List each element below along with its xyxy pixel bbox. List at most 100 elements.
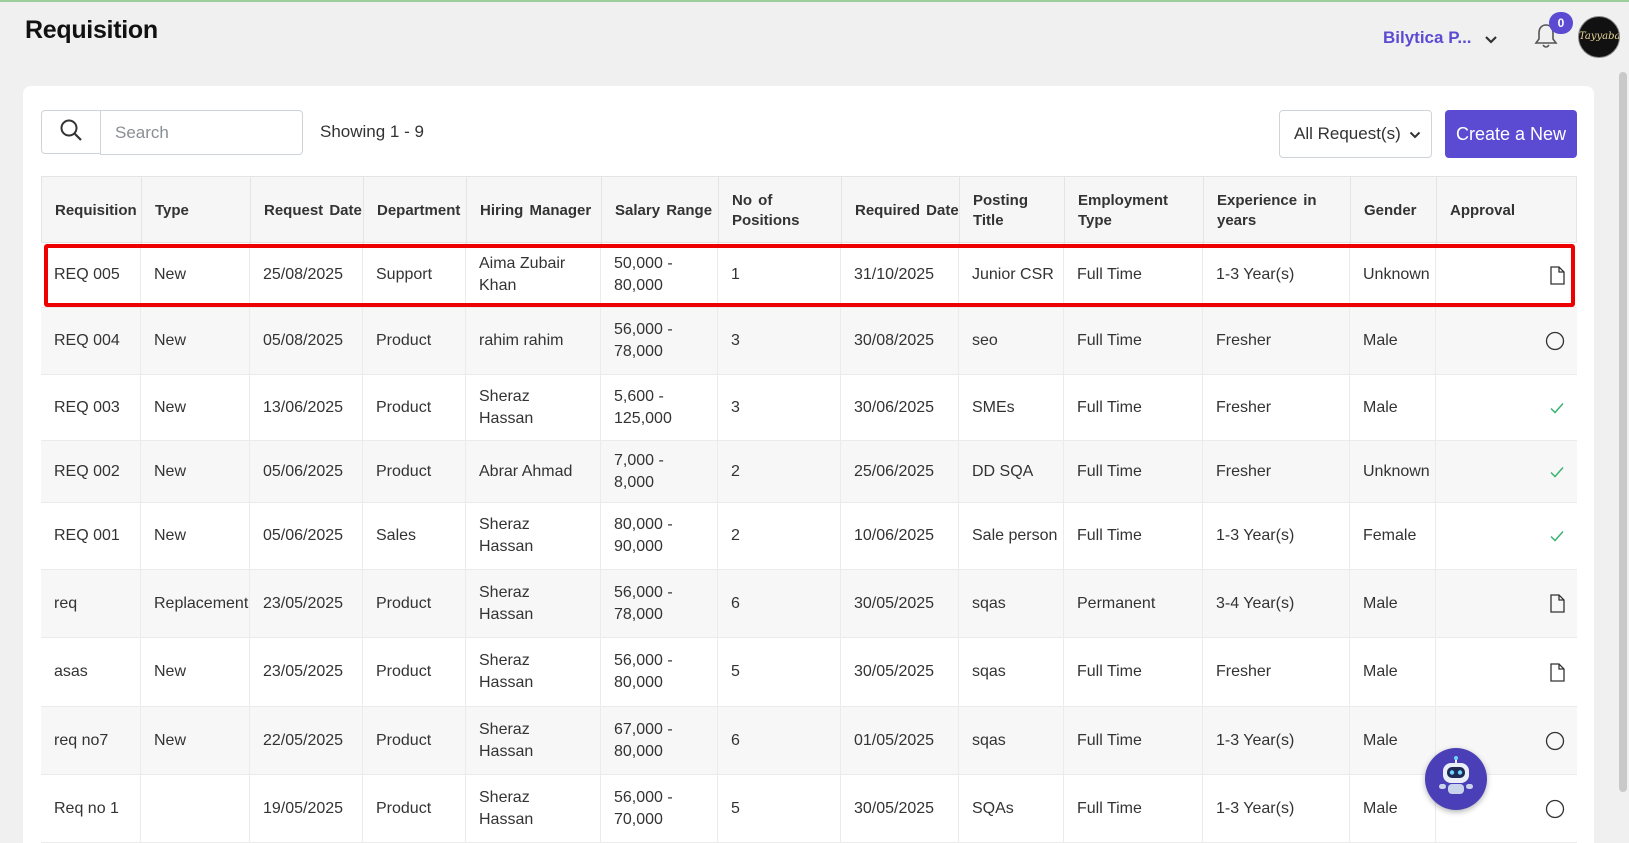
- department-cell: Product: [376, 462, 432, 480]
- hiring-manager-cell: Sheraz Hassan: [479, 720, 534, 760]
- avatar[interactable]: Tayyaba: [1578, 16, 1620, 58]
- circle-icon[interactable]: [1545, 731, 1565, 751]
- posting-title-cell: seo: [972, 332, 998, 349]
- requisition-cell: REQ 004: [54, 332, 120, 349]
- department-cell: Product: [376, 799, 432, 817]
- scrollbar-thumb[interactable]: [1619, 72, 1627, 792]
- request-date-cell: 05/06/2025: [263, 527, 344, 544]
- search-input[interactable]: [100, 110, 303, 155]
- employment-type-cell: Full Time: [1077, 731, 1142, 749]
- col-employment-type-cell: Full Time: [1064, 707, 1203, 774]
- col-required-date-header[interactable]: Required Date: [842, 177, 960, 244]
- table-row[interactable]: req no7 New 22/05/2025 Product Sheraz Hassan…: [41, 707, 1577, 775]
- col-hiring-manager-cell: Sheraz Hassan: [466, 775, 601, 842]
- table-row[interactable]: req Replacement 23/05/2025 Product Sheraz Ha…: [41, 570, 1577, 638]
- col-employment-type-header[interactable]: Employment Type: [1065, 177, 1204, 244]
- approval-cell: [1436, 375, 1577, 440]
- posting-title-cell: sqas: [972, 731, 1006, 749]
- request-filter-select[interactable]: All Request(s): [1279, 110, 1432, 158]
- company-switcher[interactable]: Bilytica P...: [1383, 26, 1498, 50]
- col-salary-range-header[interactable]: Salary Range: [602, 177, 719, 244]
- col-department-header[interactable]: Department: [364, 177, 467, 244]
- request-date-cell: 22/05/2025: [263, 731, 344, 749]
- page-scrollbar[interactable]: [1617, 70, 1629, 843]
- col-salary-range-cell: 56,000 - 70,000: [601, 775, 718, 842]
- gender-cell: Male: [1363, 594, 1398, 612]
- table-row[interactable]: REQ 001 New 05/06/2025 Sales Sheraz Hassan 80…: [41, 503, 1577, 570]
- table-row[interactable]: REQ 005 New 25/08/2025 Support Aima Zubair K…: [41, 243, 1577, 308]
- experience-cell: Fresher: [1216, 398, 1272, 416]
- required-date-cell: 01/05/2025: [854, 731, 935, 749]
- col-department-cell: Product: [363, 707, 466, 774]
- col-approval-header[interactable]: Approval: [1437, 177, 1578, 244]
- employment-type-cell: Full Time: [1077, 527, 1142, 544]
- showing-count: Showing 1 - 9: [320, 122, 424, 141]
- col-employment-type-cell: Full Time: [1064, 638, 1203, 706]
- col-experience-header[interactable]: Experience in years: [1204, 177, 1351, 244]
- employment-type-cell: Full Time: [1077, 398, 1142, 416]
- requisition-cell: req: [54, 594, 78, 612]
- col-hiring-manager-header[interactable]: Hiring Manager: [467, 177, 602, 244]
- document-icon[interactable]: [1549, 265, 1565, 285]
- col-request-date-cell: 13/06/2025: [250, 375, 363, 440]
- check-icon[interactable]: [1549, 465, 1565, 479]
- col-type-cell: New: [141, 243, 250, 307]
- employment-type-cell: Full Time: [1077, 799, 1142, 817]
- col-positions-cell: 5: [718, 638, 841, 706]
- type-cell: New: [154, 462, 187, 480]
- col-department-cell: Product: [363, 775, 466, 842]
- chevron-down-icon: [1409, 124, 1421, 144]
- table-row[interactable]: REQ 004 New 05/08/2025 Product rahim rahim 56…: [41, 308, 1577, 375]
- experience-cell: 1-3 Year(s): [1216, 266, 1295, 283]
- col-requisition-header[interactable]: Requisition: [42, 177, 142, 244]
- table-row[interactable]: asas New 23/05/2025 Product Sheraz Hassan 56,…: [41, 638, 1577, 707]
- col-request-date-header[interactable]: Request Date: [251, 177, 364, 244]
- col-request-date-cell: 22/05/2025: [250, 707, 363, 774]
- experience-cell: 3-4 Year(s): [1216, 594, 1295, 612]
- type-cell: New: [154, 266, 187, 283]
- col-positions-header[interactable]: No of Positions: [719, 177, 842, 244]
- col-type-cell: [141, 775, 250, 842]
- col-type-cell: New: [141, 308, 250, 374]
- create-new-button[interactable]: Create a New: [1445, 110, 1577, 158]
- circle-icon[interactable]: [1545, 799, 1565, 819]
- required-date-cell: 25/06/2025: [854, 462, 935, 480]
- circle-icon[interactable]: [1545, 331, 1565, 351]
- col-salary-range-cell: 56,000 - 78,000: [601, 308, 718, 374]
- salary-range-cell: 80,000 - 90,000: [614, 516, 673, 555]
- request-date-cell: 05/08/2025: [263, 332, 344, 349]
- posting-title-cell: Junior CSR: [972, 266, 1054, 283]
- col-employment-type-cell: Full Time: [1064, 503, 1203, 569]
- col-salary-range-cell: 67,000 - 80,000: [601, 707, 718, 774]
- col-request-date-cell: 25/08/2025: [250, 243, 363, 307]
- employment-type-cell: Permanent: [1077, 594, 1156, 612]
- col-positions-cell: 1: [718, 243, 841, 307]
- request-date-cell: 19/05/2025: [263, 799, 344, 817]
- col-salary-range-cell: 5,600 - 125,000: [601, 375, 718, 440]
- check-icon[interactable]: [1549, 529, 1565, 543]
- col-type-cell: New: [141, 441, 250, 502]
- col-hiring-manager-cell: rahim rahim: [466, 308, 601, 374]
- col-department-cell: Product: [363, 375, 466, 440]
- col-gender-header[interactable]: Gender: [1351, 177, 1437, 244]
- type-cell: New: [154, 527, 187, 544]
- col-request-date-cell: 05/08/2025: [250, 308, 363, 374]
- experience-cell: Fresher: [1216, 663, 1272, 680]
- col-requisition-cell: REQ 005: [41, 243, 141, 307]
- document-icon[interactable]: [1549, 662, 1565, 682]
- table-row[interactable]: REQ 003 New 13/06/2025 Product Sheraz Hassan…: [41, 375, 1577, 441]
- table-row[interactable]: Req no 1 19/05/2025 Product Sheraz Hassan 56…: [41, 775, 1577, 843]
- table-row[interactable]: REQ 002 New 05/06/2025 Product Abrar Ahmad 7,…: [41, 441, 1577, 503]
- gender-cell: Male: [1363, 663, 1398, 680]
- search-button[interactable]: [41, 110, 100, 154]
- col-employment-type-cell: Full Time: [1064, 441, 1203, 502]
- document-icon[interactable]: [1549, 594, 1565, 613]
- chatbot-button[interactable]: [1425, 748, 1487, 810]
- col-type-header[interactable]: Type: [142, 177, 251, 244]
- salary-range-cell: 50,000 - 80,000: [614, 255, 673, 294]
- col-type-cell: Replacement: [141, 570, 250, 637]
- col-experience-cell: 1-3 Year(s): [1203, 243, 1350, 307]
- check-icon[interactable]: [1549, 401, 1565, 415]
- col-posting-title-header[interactable]: Posting Title: [960, 177, 1065, 244]
- request-date-cell: 13/06/2025: [263, 398, 344, 416]
